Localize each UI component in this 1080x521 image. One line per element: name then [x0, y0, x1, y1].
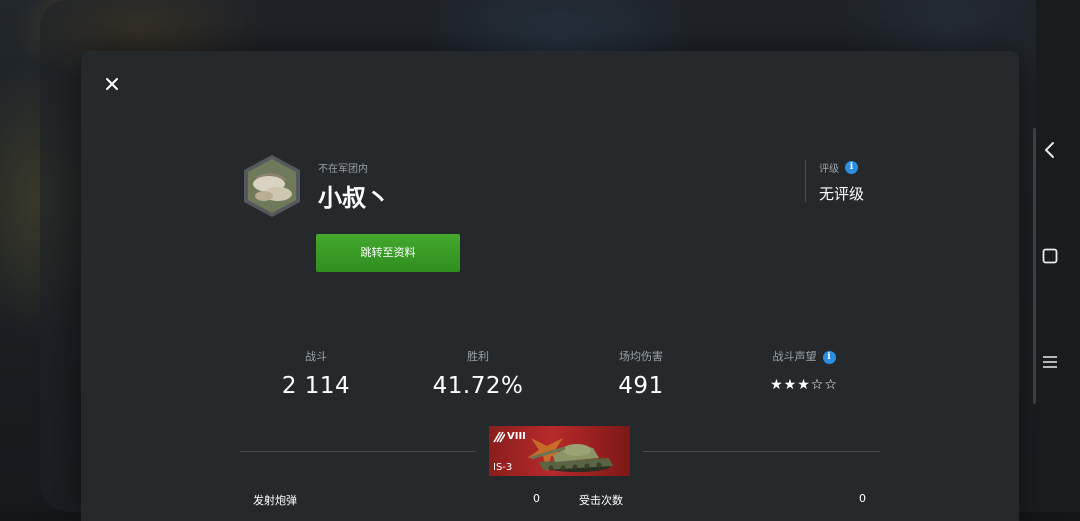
- stat-battles: 战斗 2 114: [236, 349, 396, 399]
- hits-received-label: 受击次数: [579, 494, 623, 507]
- stat-battle-prestige: 战斗声望 i ★★★☆☆: [724, 349, 884, 393]
- clan-status: 不在军团内: [318, 164, 368, 175]
- stat-label: 战斗: [305, 350, 327, 363]
- avatar: [242, 154, 302, 218]
- stat-value: 491: [618, 373, 664, 399]
- home-icon: [1042, 248, 1058, 264]
- tank-name: IS-3: [493, 462, 513, 473]
- menu-button[interactable]: [1038, 350, 1062, 374]
- close-icon: [106, 78, 118, 90]
- shots-fired-value: 0: [533, 492, 540, 505]
- stat-label: 战斗声望 i: [724, 349, 884, 365]
- goto-profile-button[interactable]: 跳转至资料: [316, 234, 460, 272]
- rating-value: 无评级: [819, 185, 865, 203]
- tank-type-icon: [493, 431, 505, 443]
- close-button[interactable]: [100, 72, 124, 96]
- stat-value: 2 114: [281, 373, 351, 399]
- hits-received-value: 0: [859, 492, 866, 505]
- back-button[interactable]: [1038, 138, 1062, 162]
- menu-icon: [1043, 356, 1057, 368]
- shots-fired-label: 发射炮弹: [253, 494, 297, 507]
- stat-label: 场均伤害: [619, 350, 663, 363]
- home-button[interactable]: [1038, 244, 1062, 268]
- tank-image: [527, 438, 613, 472]
- tank-card[interactable]: VIII IS-3: [489, 426, 630, 476]
- stat-win-rate: 胜利 41.72%: [398, 349, 558, 399]
- back-icon: [1045, 142, 1054, 158]
- rating-label-text: 评级: [819, 164, 839, 175]
- divider-right: [642, 451, 880, 452]
- rating-divider: [805, 160, 806, 202]
- divider-left: [240, 451, 476, 452]
- player-name: 小叔丶: [318, 184, 390, 212]
- stat-value: 41.72%: [432, 373, 524, 399]
- rating-label: 评级 i: [819, 160, 858, 175]
- info-icon[interactable]: i: [845, 161, 858, 174]
- info-icon[interactable]: i: [822, 350, 836, 364]
- stat-label: 胜利: [467, 350, 489, 363]
- scrollbar[interactable]: [1033, 128, 1036, 404]
- prestige-stars: ★★★☆☆: [770, 377, 838, 393]
- stat-avg-damage: 场均伤害 491: [561, 349, 721, 399]
